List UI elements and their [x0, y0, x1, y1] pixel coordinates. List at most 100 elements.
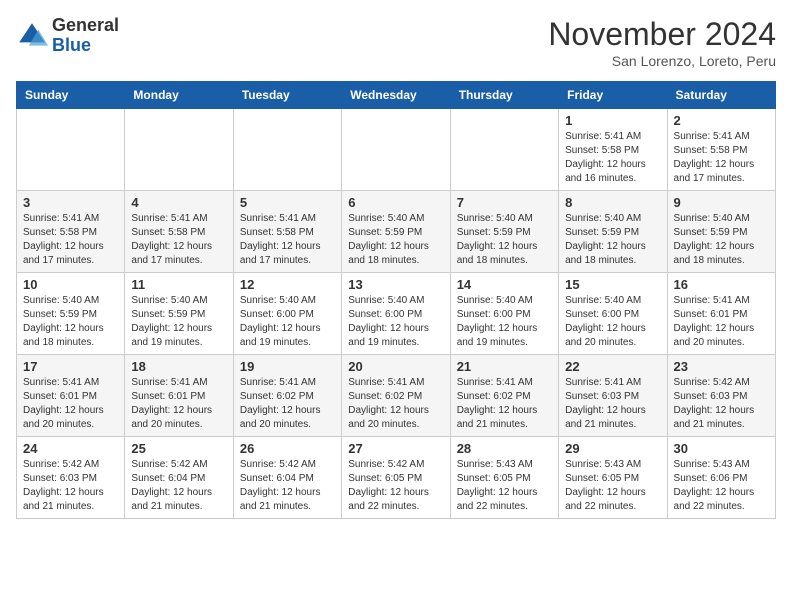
week-row-4: 17 Sunrise: 5:41 AM Sunset: 6:01 PM Dayli…: [17, 355, 776, 437]
day-info: Sunrise: 5:41 AM Sunset: 6:03 PM Dayligh…: [565, 376, 660, 432]
logo-icon: [16, 20, 48, 52]
day-info: Sunrise: 5:43 AM Sunset: 6:06 PM Dayligh…: [674, 458, 769, 514]
day-number: 1: [565, 113, 660, 128]
week-row-5: 24Sunrise: 5:42 AM Sunset: 6:03 PM Dayli…: [17, 437, 776, 519]
day-info: Sunrise: 5:41 AM Sunset: 6:02 PM Dayligh…: [240, 376, 335, 432]
day-number: 18: [131, 359, 226, 374]
weekday-header-saturday: Saturday: [667, 82, 775, 109]
day-number: 26: [240, 441, 335, 456]
day-info: Sunrise: 5:40 AM Sunset: 5:59 PM Dayligh…: [674, 212, 769, 268]
day-cell: [125, 109, 233, 191]
month-title: November 2024: [548, 16, 776, 53]
page-header: General Blue November 2024 San Lorenzo, …: [16, 16, 776, 69]
day-number: 9: [674, 195, 769, 210]
day-cell: [450, 109, 558, 191]
day-cell: 7 Sunrise: 5:40 AM Sunset: 5:59 PM Daylig…: [450, 191, 558, 273]
day-cell: 29 Sunrise: 5:43 AM Sunset: 6:05 PM Dayli…: [559, 437, 667, 519]
day-number: 17: [23, 359, 118, 374]
weekday-header-row: SundayMondayTuesdayWednesdayThursdayFrid…: [17, 82, 776, 109]
day-cell: 11Sunrise: 5:40 AM Sunset: 5:59 PM Dayli…: [125, 273, 233, 355]
day-cell: 18 Sunrise: 5:41 AM Sunset: 6:01 PM Dayli…: [125, 355, 233, 437]
day-info: Sunrise: 5:40 AM Sunset: 5:59 PM Dayligh…: [23, 294, 118, 350]
day-info: Sunrise: 5:41 AM Sunset: 5:58 PM Dayligh…: [565, 130, 660, 186]
day-cell: 5 Sunrise: 5:41 AM Sunset: 5:58 PM Daylig…: [233, 191, 341, 273]
day-cell: 12 Sunrise: 5:40 AM Sunset: 6:00 PM Dayli…: [233, 273, 341, 355]
day-number: 16: [674, 277, 769, 292]
day-info: Sunrise: 5:43 AM Sunset: 6:05 PM Dayligh…: [565, 458, 660, 514]
day-cell: 6 Sunrise: 5:40 AM Sunset: 5:59 PM Daylig…: [342, 191, 450, 273]
day-info: Sunrise: 5:40 AM Sunset: 6:00 PM Dayligh…: [565, 294, 660, 350]
week-row-2: 3 Sunrise: 5:41 AM Sunset: 5:58 PM Daylig…: [17, 191, 776, 273]
day-info: Sunrise: 5:40 AM Sunset: 6:00 PM Dayligh…: [457, 294, 552, 350]
day-cell: 23 Sunrise: 5:42 AM Sunset: 6:03 PM Dayli…: [667, 355, 775, 437]
day-number: 6: [348, 195, 443, 210]
weekday-header-monday: Monday: [125, 82, 233, 109]
weekday-header-thursday: Thursday: [450, 82, 558, 109]
day-info: Sunrise: 5:40 AM Sunset: 6:00 PM Dayligh…: [240, 294, 335, 350]
day-info: Sunrise: 5:42 AM Sunset: 6:03 PM Dayligh…: [23, 458, 118, 514]
day-number: 14: [457, 277, 552, 292]
calendar: SundayMondayTuesdayWednesdayThursdayFrid…: [16, 81, 776, 519]
day-number: 12: [240, 277, 335, 292]
day-number: 11: [131, 277, 226, 292]
day-info: Sunrise: 5:40 AM Sunset: 5:59 PM Dayligh…: [348, 212, 443, 268]
day-number: 13: [348, 277, 443, 292]
day-cell: 1 Sunrise: 5:41 AM Sunset: 5:58 PM Daylig…: [559, 109, 667, 191]
day-cell: 17 Sunrise: 5:41 AM Sunset: 6:01 PM Dayli…: [17, 355, 125, 437]
day-cell: 8Sunrise: 5:40 AM Sunset: 5:59 PM Daylig…: [559, 191, 667, 273]
day-number: 29: [565, 441, 660, 456]
day-cell: 28Sunrise: 5:43 AM Sunset: 6:05 PM Dayli…: [450, 437, 558, 519]
day-number: 5: [240, 195, 335, 210]
day-cell: [17, 109, 125, 191]
day-number: 27: [348, 441, 443, 456]
day-cell: 10 Sunrise: 5:40 AM Sunset: 5:59 PM Dayli…: [17, 273, 125, 355]
day-cell: 26 Sunrise: 5:42 AM Sunset: 6:04 PM Dayli…: [233, 437, 341, 519]
day-cell: 3 Sunrise: 5:41 AM Sunset: 5:58 PM Daylig…: [17, 191, 125, 273]
day-info: Sunrise: 5:42 AM Sunset: 6:04 PM Dayligh…: [131, 458, 226, 514]
day-number: 23: [674, 359, 769, 374]
day-cell: 21 Sunrise: 5:41 AM Sunset: 6:02 PM Dayli…: [450, 355, 558, 437]
day-info: Sunrise: 5:41 AM Sunset: 6:01 PM Dayligh…: [23, 376, 118, 432]
day-cell: 9 Sunrise: 5:40 AM Sunset: 5:59 PM Daylig…: [667, 191, 775, 273]
day-number: 21: [457, 359, 552, 374]
day-number: 10: [23, 277, 118, 292]
day-cell: 14 Sunrise: 5:40 AM Sunset: 6:00 PM Dayli…: [450, 273, 558, 355]
day-info: Sunrise: 5:40 AM Sunset: 5:59 PM Dayligh…: [457, 212, 552, 268]
weekday-header-tuesday: Tuesday: [233, 82, 341, 109]
day-number: 4: [131, 195, 226, 210]
day-cell: 2Sunrise: 5:41 AM Sunset: 5:58 PM Daylig…: [667, 109, 775, 191]
day-number: 7: [457, 195, 552, 210]
day-number: 30: [674, 441, 769, 456]
day-info: Sunrise: 5:42 AM Sunset: 6:05 PM Dayligh…: [348, 458, 443, 514]
weekday-header-friday: Friday: [559, 82, 667, 109]
day-info: Sunrise: 5:41 AM Sunset: 6:02 PM Dayligh…: [457, 376, 552, 432]
day-info: Sunrise: 5:41 AM Sunset: 5:58 PM Dayligh…: [131, 212, 226, 268]
day-info: Sunrise: 5:41 AM Sunset: 5:58 PM Dayligh…: [23, 212, 118, 268]
day-number: 28: [457, 441, 552, 456]
title-block: November 2024 San Lorenzo, Loreto, Peru: [548, 16, 776, 69]
week-row-1: 1 Sunrise: 5:41 AM Sunset: 5:58 PM Daylig…: [17, 109, 776, 191]
day-number: 19: [240, 359, 335, 374]
day-number: 3: [23, 195, 118, 210]
day-cell: 22Sunrise: 5:41 AM Sunset: 6:03 PM Dayli…: [559, 355, 667, 437]
day-cell: [233, 109, 341, 191]
weekday-header-sunday: Sunday: [17, 82, 125, 109]
day-cell: 19 Sunrise: 5:41 AM Sunset: 6:02 PM Dayli…: [233, 355, 341, 437]
day-info: Sunrise: 5:41 AM Sunset: 6:01 PM Dayligh…: [131, 376, 226, 432]
day-cell: 24Sunrise: 5:42 AM Sunset: 6:03 PM Dayli…: [17, 437, 125, 519]
day-cell: 27 Sunrise: 5:42 AM Sunset: 6:05 PM Dayli…: [342, 437, 450, 519]
logo: General Blue: [16, 16, 119, 56]
day-cell: 15Sunrise: 5:40 AM Sunset: 6:00 PM Dayli…: [559, 273, 667, 355]
day-cell: 25Sunrise: 5:42 AM Sunset: 6:04 PM Dayli…: [125, 437, 233, 519]
location: San Lorenzo, Loreto, Peru: [548, 53, 776, 69]
day-info: Sunrise: 5:41 AM Sunset: 6:01 PM Dayligh…: [674, 294, 769, 350]
day-info: Sunrise: 5:41 AM Sunset: 5:58 PM Dayligh…: [240, 212, 335, 268]
day-info: Sunrise: 5:42 AM Sunset: 6:03 PM Dayligh…: [674, 376, 769, 432]
day-number: 2: [674, 113, 769, 128]
day-number: 20: [348, 359, 443, 374]
day-info: Sunrise: 5:42 AM Sunset: 6:04 PM Dayligh…: [240, 458, 335, 514]
week-row-3: 10 Sunrise: 5:40 AM Sunset: 5:59 PM Dayli…: [17, 273, 776, 355]
day-cell: [342, 109, 450, 191]
day-cell: 20Sunrise: 5:41 AM Sunset: 6:02 PM Dayli…: [342, 355, 450, 437]
day-cell: 13Sunrise: 5:40 AM Sunset: 6:00 PM Dayli…: [342, 273, 450, 355]
